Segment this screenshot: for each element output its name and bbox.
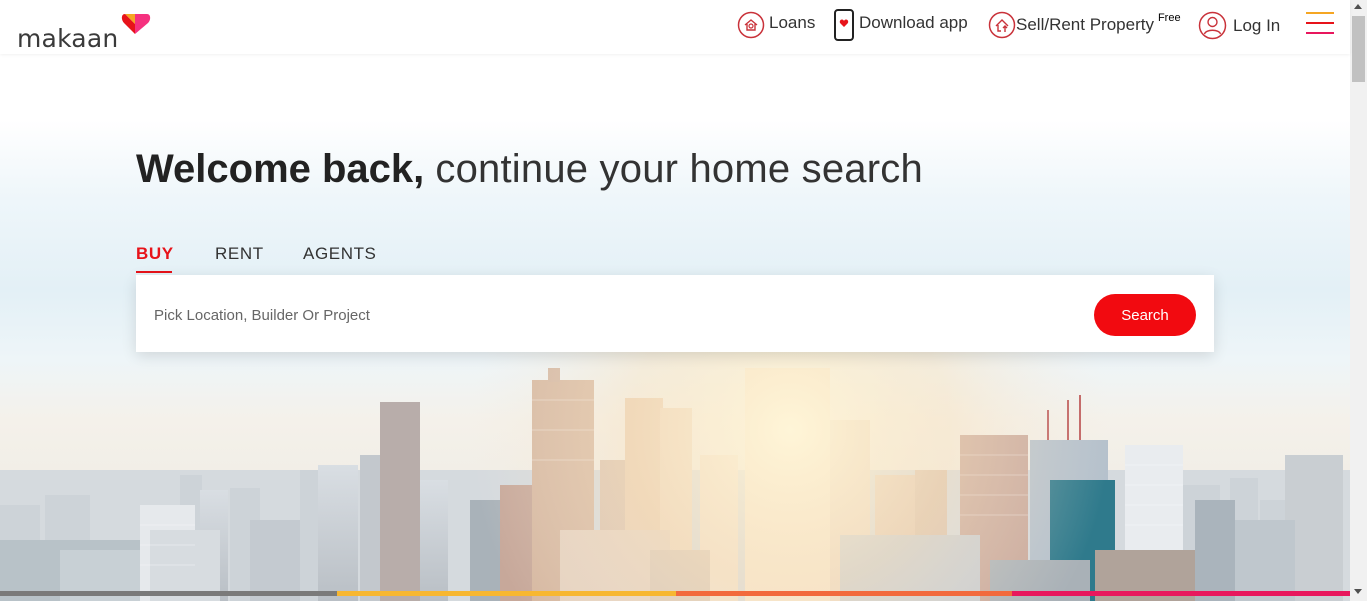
bottom-color-strip: [0, 590, 1350, 601]
nav-loans-label: Loans: [769, 13, 816, 32]
menu-line-middle: [1306, 22, 1334, 24]
strip-segment-orange: [676, 591, 1012, 596]
tab-buy-label: BUY: [136, 244, 174, 263]
vertical-scrollbar[interactable]: [1350, 0, 1367, 601]
nav-download-label: Download app: [859, 13, 968, 32]
menu-line-top: [1306, 12, 1334, 14]
nav-sell-rent-property[interactable]: Sell/Rent Property Free: [988, 11, 1181, 39]
strip-segment-yellow: [337, 591, 676, 596]
tab-buy[interactable]: BUY: [136, 244, 174, 273]
nav-download-app[interactable]: Download app: [833, 9, 968, 41]
user-icon: [1198, 11, 1227, 40]
makaan-logo[interactable]: makaan: [17, 12, 157, 53]
scrollbar-thumb[interactable]: [1352, 16, 1365, 82]
heart-logo-icon: [121, 14, 151, 34]
scroll-up-arrow-icon[interactable]: [1354, 4, 1362, 9]
free-badge: Free: [1157, 12, 1181, 24]
tab-agents[interactable]: AGENTS: [303, 244, 377, 264]
nav-login-label: Log In: [1233, 15, 1281, 35]
nav-sell-label: Sell/Rent Property: [1016, 15, 1154, 34]
nav-loans[interactable]: Loans: [737, 11, 815, 39]
top-navigation-bar: makaan Loans Download app Sell/Rent Prop…: [0, 0, 1350, 54]
loans-icon: [737, 11, 765, 39]
location-search-input[interactable]: [152, 299, 1056, 331]
house-upload-icon: [988, 11, 1016, 39]
headline-light: continue your home search: [435, 147, 923, 191]
hamburger-menu-icon[interactable]: [1306, 12, 1334, 38]
headline-bold: Welcome back,: [136, 147, 425, 191]
search-button[interactable]: Search: [1094, 294, 1196, 336]
nav-log-in[interactable]: Log In: [1198, 11, 1280, 40]
active-tab-underline: [136, 271, 172, 273]
phone-icon: [834, 9, 854, 41]
strip-segment-pink: [1012, 591, 1350, 596]
search-panel: Search: [136, 275, 1214, 352]
strip-segment-gray: [0, 591, 337, 596]
page-headline: Welcome back, continue your home search: [136, 147, 923, 192]
scroll-down-arrow-icon[interactable]: [1354, 589, 1362, 594]
brand-name: makaan: [17, 24, 119, 53]
menu-line-bottom: [1306, 32, 1334, 34]
tab-rent[interactable]: RENT: [215, 244, 264, 264]
